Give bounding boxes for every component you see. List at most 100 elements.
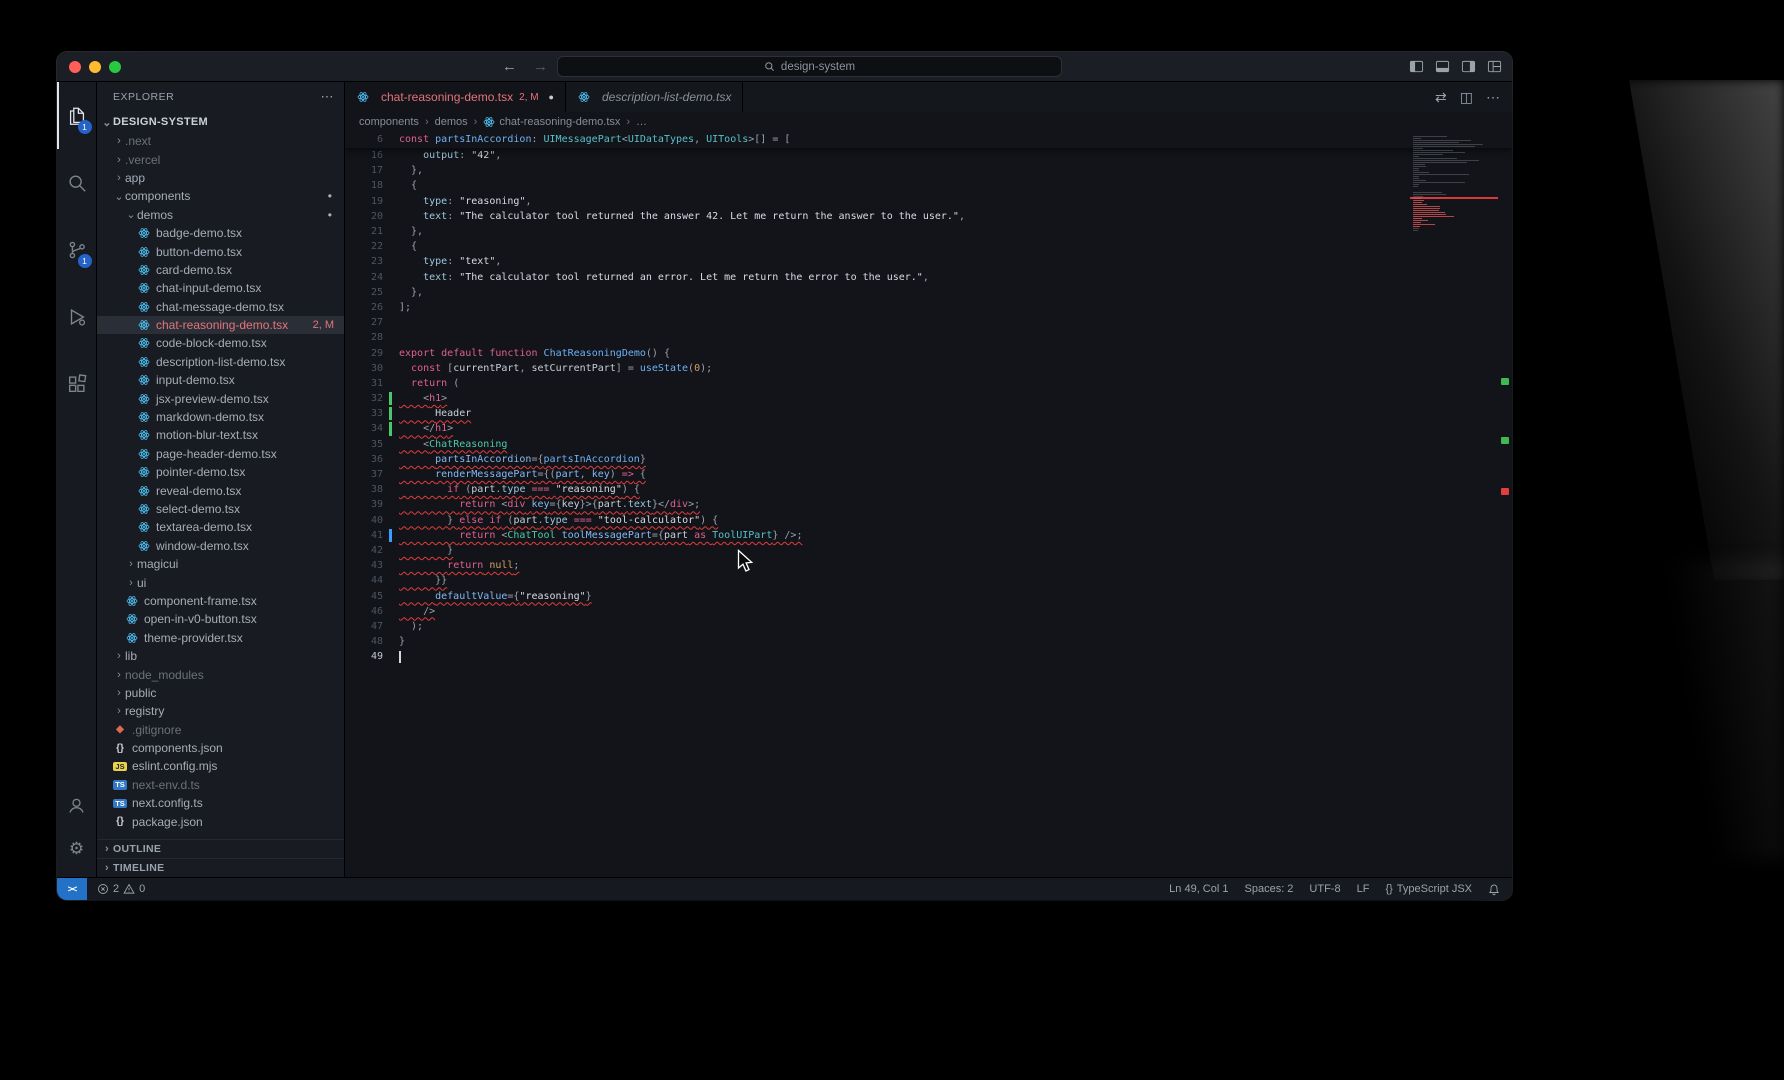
indentation-status[interactable]: Spaces: 2 [1245,883,1294,895]
code-line-49[interactable]: 49 [345,649,1512,664]
code-line-39[interactable]: 39 return <div key={key}>{part.text}</di… [345,497,1512,512]
folder-item-node_modules[interactable]: ›node_modules [97,665,344,683]
file-item-markdown-demo.tsx[interactable]: markdown-demo.tsx [97,408,344,426]
eol-status[interactable]: LF [1357,883,1370,895]
code-line-42[interactable]: 42 } [345,543,1512,558]
remote-indicator[interactable]: >< [57,878,87,900]
extensions-activity-icon[interactable] [57,350,97,417]
minimap[interactable] [1410,132,1498,877]
toggle-sidebar-icon[interactable] [1409,59,1424,74]
folder-item-app[interactable]: ›app [97,169,344,187]
language-mode-status[interactable]: {} TypeScript JSX [1385,883,1472,895]
file-item-components.json[interactable]: {}components.json [97,739,344,757]
explorer-activity-icon[interactable]: 1 [57,82,97,149]
explorer-more-actions-icon[interactable]: ⋯ [321,89,335,105]
navigate-back-button[interactable]: ← [502,58,517,75]
folder-item-magicui[interactable]: ›magicui [97,555,344,573]
file-item-next.config.ts[interactable]: TSnext.config.ts [97,794,344,812]
file-item-package.json[interactable]: {}package.json [97,812,344,830]
code-line-44[interactable]: 44 }} [345,573,1512,588]
file-item-eslint.config.mjs[interactable]: JSeslint.config.mjs [97,757,344,775]
code-line-45[interactable]: 45 defaultValue={"reasoning"} [345,588,1512,603]
tab-description-list-demo[interactable]: description-list-demo.tsx [566,82,743,112]
file-item-code-block-demo.tsx[interactable]: code-block-demo.tsx [97,334,344,352]
navigate-forward-button[interactable]: → [533,58,548,75]
file-item-button-demo.tsx[interactable]: button-demo.tsx [97,242,344,260]
file-item-chat-message-demo.tsx[interactable]: chat-message-demo.tsx [97,298,344,316]
folder-item-registry[interactable]: ›registry [97,702,344,720]
folder-item-public[interactable]: ›public [97,684,344,702]
code-line-23[interactable]: 23 type: "text", [345,254,1512,269]
zoom-window-button[interactable] [109,61,121,73]
code-line-27[interactable]: 27 [345,315,1512,330]
code-line-43[interactable]: 43 return null; [345,558,1512,573]
file-item-badge-demo.tsx[interactable]: badge-demo.tsx [97,224,344,242]
code-line-41[interactable]: 41 return <ChatTool toolMessagePart={par… [345,528,1512,543]
file-item-description-list-demo.tsx[interactable]: description-list-demo.tsx [97,353,344,371]
minimize-window-button[interactable] [89,61,101,73]
search-activity-icon[interactable] [57,149,97,216]
source-control-activity-icon[interactable]: 1 [57,216,97,283]
file-item-card-demo.tsx[interactable]: card-demo.tsx [97,261,344,279]
cursor-position-status[interactable]: Ln 49, Col 1 [1169,883,1228,895]
folder-item-.vercel[interactable]: ›.vercel [97,150,344,168]
folder-item-.next[interactable]: ›.next [97,132,344,150]
code-line-33[interactable]: 33 Header [345,406,1512,421]
file-item-motion-blur-text.tsx[interactable]: motion-blur-text.tsx [97,426,344,444]
code-line-22[interactable]: 22 { [345,239,1512,254]
notifications-bell-icon[interactable] [1488,883,1500,896]
file-item-component-frame.tsx[interactable]: component-frame.tsx [97,592,344,610]
code-line-6[interactable]: 6const partsInAccordion: UIMessagePart<U… [345,132,1512,147]
editor-more-actions-icon[interactable]: ⋯ [1486,89,1500,106]
file-item-textarea-demo.tsx[interactable]: textarea-demo.tsx [97,518,344,536]
file-item-page-header-demo.tsx[interactable]: page-header-demo.tsx [97,445,344,463]
file-item-window-demo.tsx[interactable]: window-demo.tsx [97,537,344,555]
code-line-36[interactable]: 36 partsInAccordion={partsInAccordion} [345,452,1512,467]
breadcrumb-item[interactable]: components [359,116,419,128]
close-window-button[interactable] [69,61,81,73]
problems-status[interactable]: 2 0 [87,883,145,895]
code-line-29[interactable]: 29export default function ChatReasoningD… [345,345,1512,360]
folder-item-demos[interactable]: ⌄demos• [97,206,344,224]
file-item-chat-reasoning-demo.tsx[interactable]: chat-reasoning-demo.tsx2, M [97,316,344,334]
sticky-scroll-line[interactable]: 6const partsInAccordion: UIMessagePart<U… [345,132,1512,148]
code-line-32[interactable]: 32 <h1> [345,391,1512,406]
code-editor[interactable]: 6const partsInAccordion: UIMessagePart<U… [345,132,1512,877]
split-editor-icon[interactable]: ◫ [1460,89,1473,106]
code-line-25[interactable]: 25 }, [345,285,1512,300]
code-line-38[interactable]: 38 if (part.type === "reasoning") { [345,482,1512,497]
encoding-status[interactable]: UTF-8 [1309,883,1340,895]
file-item-theme-provider.tsx[interactable]: theme-provider.tsx [97,629,344,647]
settings-gear-icon[interactable]: ⚙ [57,827,97,871]
code-line-34[interactable]: 34 </h1> [345,421,1512,436]
code-line-16[interactable]: 16 output: "42", [345,148,1512,163]
code-line-26[interactable]: 26]; [345,300,1512,315]
section-timeline[interactable]: ›TIMELINE [97,858,344,877]
breadcrumb-item[interactable]: … [636,116,647,128]
file-item-open-in-v0-button.tsx[interactable]: open-in-v0-button.tsx [97,610,344,628]
code-line-20[interactable]: 20 text: "The calculator tool returned t… [345,209,1512,224]
toggle-panel-icon[interactable] [1435,59,1450,74]
file-item-select-demo.tsx[interactable]: select-demo.tsx [97,500,344,518]
code-line-28[interactable]: 28 [345,330,1512,345]
toggle-secondary-sidebar-icon[interactable] [1461,59,1476,74]
code-line-35[interactable]: 35 <ChatReasoning [345,437,1512,452]
tab-chat-reasoning-demo[interactable]: chat-reasoning-demo.tsx 2, M ● [345,82,566,112]
code-line-47[interactable]: 47 ); [345,619,1512,634]
section-outline[interactable]: ›OUTLINE [97,839,344,858]
workspace-root-row[interactable]: ⌄ DESIGN-SYSTEM [97,112,344,132]
file-item-chat-input-demo.tsx[interactable]: chat-input-demo.tsx [97,279,344,297]
folder-item-ui[interactable]: ›ui [97,573,344,591]
open-changes-icon[interactable]: ⇄ [1435,89,1447,106]
folder-item-components[interactable]: ⌄components• [97,187,344,205]
code-line-18[interactable]: 18 { [345,178,1512,193]
code-line-30[interactable]: 30 const [currentPart, setCurrentPart] =… [345,361,1512,376]
breadcrumb-item[interactable]: demos [435,116,468,128]
file-item-input-demo.tsx[interactable]: input-demo.tsx [97,371,344,389]
code-line-31[interactable]: 31 return ( [345,376,1512,391]
file-item-next-env.d.ts[interactable]: TSnext-env.d.ts [97,776,344,794]
customize-layout-icon[interactable] [1487,59,1502,74]
code-line-46[interactable]: 46 /> [345,604,1512,619]
file-item-.gitignore[interactable]: ◆.gitignore [97,721,344,739]
file-item-jsx-preview-demo.tsx[interactable]: jsx-preview-demo.tsx [97,389,344,407]
